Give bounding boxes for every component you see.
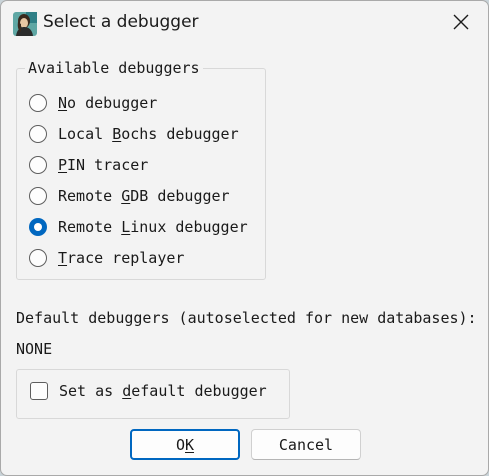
group-title: Available debuggers xyxy=(25,59,203,77)
radio-button-selected[interactable] xyxy=(29,218,47,236)
cancel-button[interactable]: Cancel xyxy=(251,429,361,460)
select-debugger-dialog: Select a debugger Available debuggers No… xyxy=(0,0,489,476)
checkbox-label: Set as default debugger xyxy=(59,382,267,400)
radio-label: Remote GDB debugger xyxy=(58,187,230,205)
radio-label: Local Bochs debugger xyxy=(58,125,239,143)
window-title: Select a debugger xyxy=(43,12,199,32)
radio-label: No debugger xyxy=(58,94,158,112)
set-as-default-checkbox[interactable] xyxy=(30,382,48,400)
mnemonic-key: L xyxy=(121,218,131,236)
ok-button[interactable]: OK xyxy=(130,429,240,460)
close-icon xyxy=(453,14,469,34)
radio-remote-linux-debugger[interactable]: Remote Linux debugger xyxy=(29,215,248,239)
mnemonic-key: B xyxy=(112,125,122,143)
mnemonic-key: G xyxy=(121,187,131,205)
mnemonic-key: d xyxy=(122,382,132,400)
radio-no-debugger[interactable]: No debugger xyxy=(29,91,157,115)
radio-label: Trace replayer xyxy=(58,249,185,267)
set-as-default-checkbox-row[interactable]: Set as default debugger xyxy=(30,382,267,400)
default-debuggers-label: Default debuggers (autoselected for new … xyxy=(16,309,477,327)
title-bar: Select a debugger xyxy=(1,1,488,45)
mnemonic-key: K xyxy=(185,435,195,454)
set-default-group: Set as default debugger xyxy=(16,369,290,419)
available-debuggers-group: Available debuggers No debugger Local Bo… xyxy=(16,59,266,280)
default-debuggers-value: NONE xyxy=(16,340,53,358)
radio-remote-gdb-debugger[interactable]: Remote GDB debugger xyxy=(29,184,230,208)
mnemonic-key: T xyxy=(58,249,68,267)
radio-local-bochs-debugger[interactable]: Local Bochs debugger xyxy=(29,122,239,146)
ida-app-icon xyxy=(13,12,37,36)
mnemonic-key: P xyxy=(58,156,68,174)
close-button[interactable] xyxy=(444,8,478,40)
radio-label: Remote Linux debugger xyxy=(58,218,248,236)
radio-trace-replayer[interactable]: Trace replayer xyxy=(29,246,184,270)
radio-button[interactable] xyxy=(29,125,47,143)
radio-button[interactable] xyxy=(29,156,47,174)
mnemonic-key: N xyxy=(58,94,68,112)
radio-button[interactable] xyxy=(29,94,47,112)
radio-label: PIN tracer xyxy=(58,156,149,174)
radio-button[interactable] xyxy=(29,187,47,205)
radio-button[interactable] xyxy=(29,249,47,267)
radio-pin-tracer[interactable]: PIN tracer xyxy=(29,153,148,177)
